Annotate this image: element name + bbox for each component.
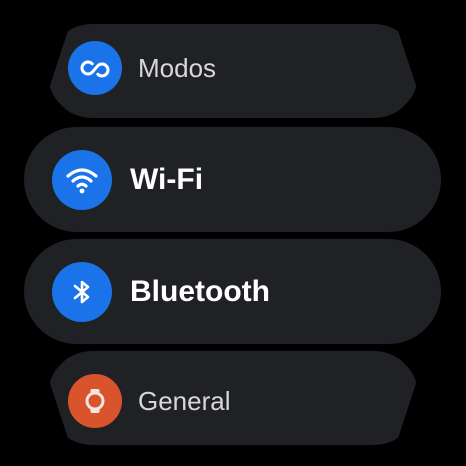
watch-screen: Modos Wi-Fi Bluetooth General [0, 0, 466, 466]
watch-icon [68, 374, 122, 428]
bluetooth-icon [52, 261, 112, 322]
settings-item-wifi[interactable]: Wi-Fi [24, 127, 441, 232]
settings-item-label: Wi-Fi [130, 162, 204, 196]
settings-item-label: Modos [138, 52, 217, 83]
modes-icon [68, 41, 122, 95]
settings-item-label: General [138, 385, 231, 416]
settings-item-label: Bluetooth [130, 274, 270, 308]
settings-item-bluetooth[interactable]: Bluetooth [24, 239, 441, 344]
settings-item-modos[interactable]: Modos [48, 24, 418, 118]
settings-item-general[interactable]: General [48, 351, 418, 445]
wifi-icon [52, 149, 112, 210]
